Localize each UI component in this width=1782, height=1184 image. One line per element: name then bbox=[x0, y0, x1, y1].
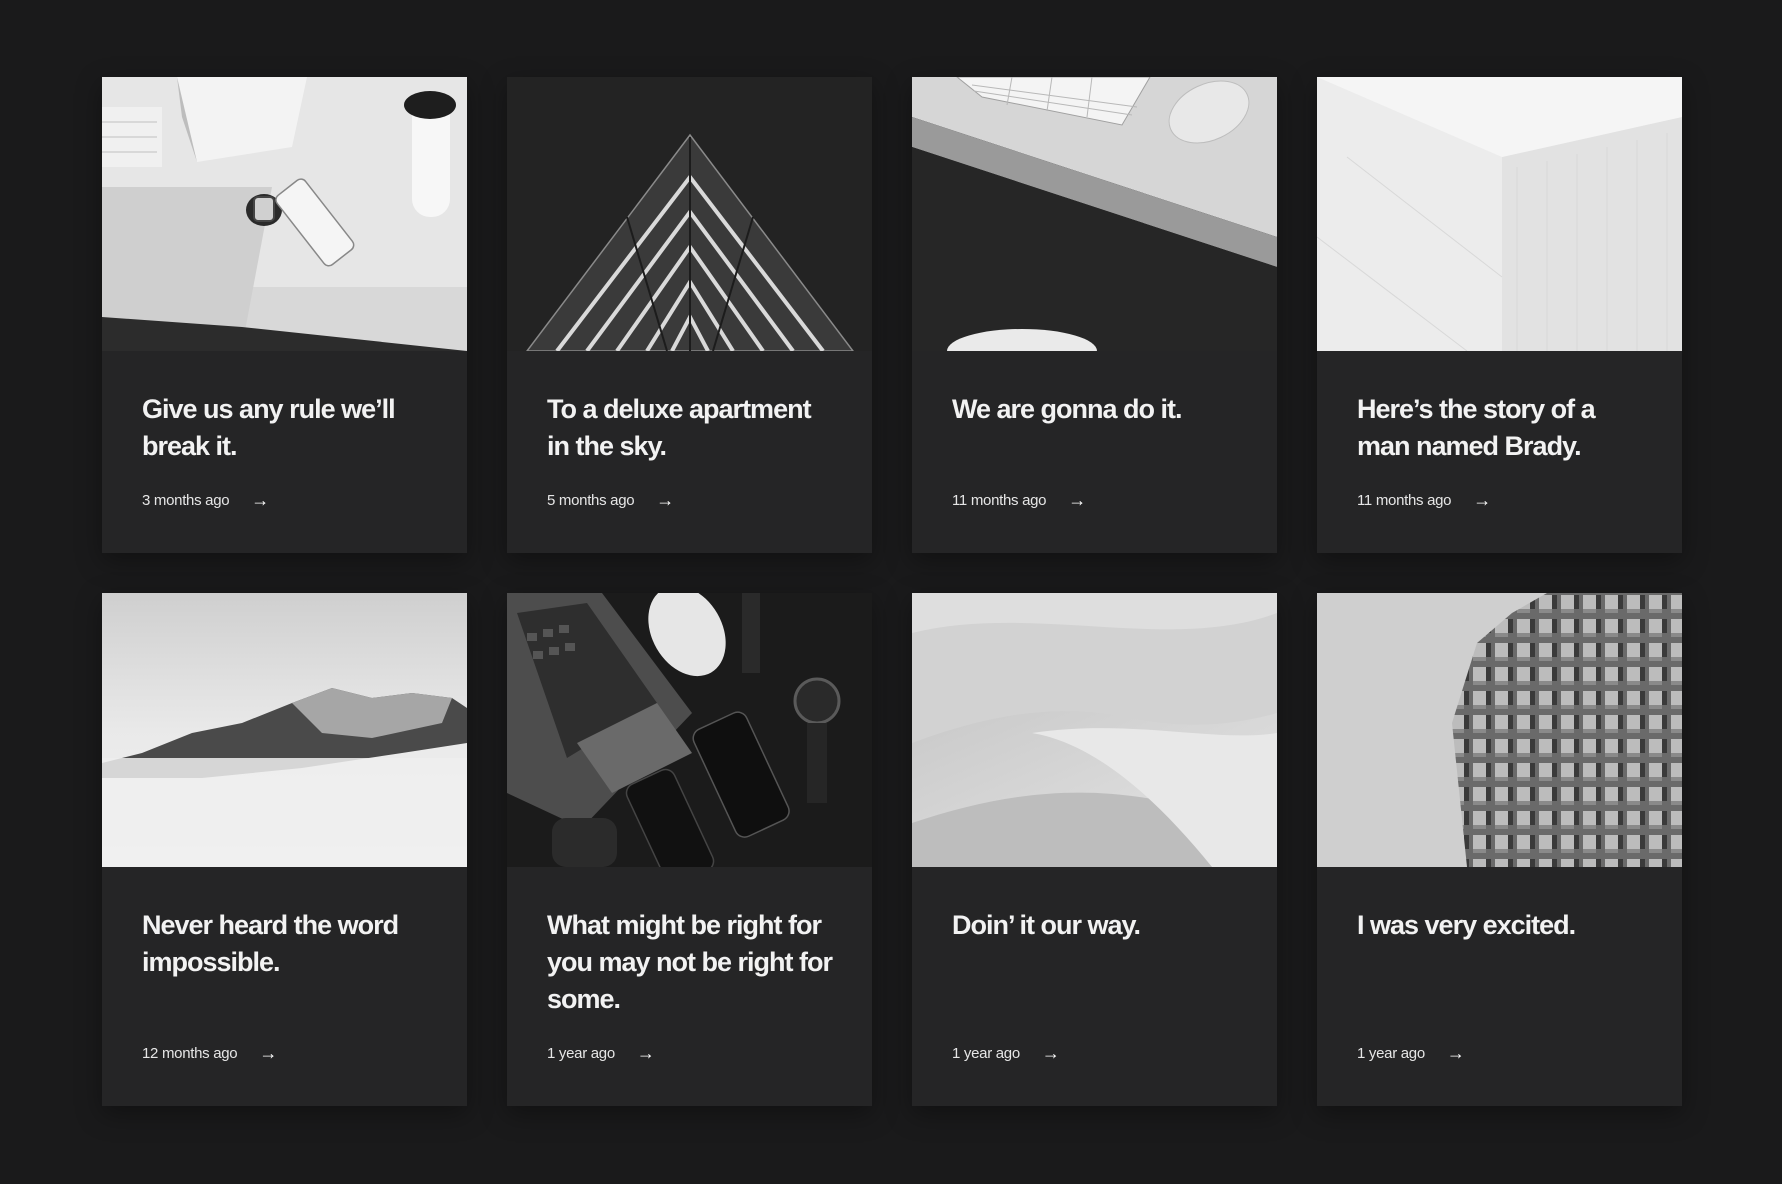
post-meta: 5 months ago → bbox=[547, 491, 832, 509]
post-thumbnail[interactable] bbox=[102, 593, 467, 867]
post-meta: 1 year ago → bbox=[547, 1044, 832, 1062]
post-title[interactable]: What might be right for you may not be r… bbox=[547, 907, 833, 1018]
post-thumbnail[interactable] bbox=[912, 593, 1277, 867]
arrow-right-icon[interactable]: → bbox=[251, 491, 269, 509]
post-date: 3 months ago bbox=[142, 491, 230, 509]
post-body: To a deluxe apartment in the sky. 5 mont… bbox=[507, 351, 872, 553]
post-date: 1 year ago bbox=[547, 1044, 615, 1062]
post-meta: 11 months ago → bbox=[952, 491, 1237, 509]
post-thumbnail[interactable] bbox=[507, 593, 872, 867]
arrow-right-icon[interactable]: → bbox=[1068, 491, 1086, 509]
arrow-right-icon[interactable]: → bbox=[259, 1044, 277, 1062]
post-title[interactable]: Doin’ it our way. bbox=[952, 907, 1237, 944]
post-date: 11 months ago bbox=[1357, 491, 1452, 509]
post-card[interactable]: Give us any rule we’ll break it. 3 month… bbox=[102, 77, 467, 553]
post-body: Give us any rule we’ll break it. 3 month… bbox=[102, 351, 467, 553]
post-title[interactable]: Give us any rule we’ll break it. bbox=[142, 391, 427, 465]
post-title[interactable]: Here’s the story of a man named Brady. bbox=[1357, 391, 1642, 465]
post-meta: 1 year ago → bbox=[1357, 1044, 1642, 1062]
post-card[interactable]: We are gonna do it. 11 months ago → bbox=[912, 77, 1277, 553]
post-date: 11 months ago bbox=[952, 491, 1047, 509]
post-title[interactable]: We are gonna do it. bbox=[952, 391, 1237, 428]
post-card[interactable]: Here’s the story of a man named Brady. 1… bbox=[1317, 77, 1682, 553]
post-card[interactable]: Never heard the word impossible. 12 mont… bbox=[102, 593, 467, 1106]
post-meta: 12 months ago → bbox=[142, 1044, 427, 1062]
post-body: Doin’ it our way. 1 year ago → bbox=[912, 867, 1277, 1106]
post-title[interactable]: To a deluxe apartment in the sky. bbox=[547, 391, 832, 465]
post-date: 1 year ago bbox=[1357, 1044, 1425, 1062]
arrow-right-icon[interactable]: → bbox=[637, 1044, 655, 1062]
post-meta: 3 months ago → bbox=[142, 491, 427, 509]
post-title[interactable]: Never heard the word impossible. bbox=[142, 907, 427, 981]
post-body: Here’s the story of a man named Brady. 1… bbox=[1317, 351, 1682, 553]
arrow-right-icon[interactable]: → bbox=[656, 491, 674, 509]
arrow-right-icon[interactable]: → bbox=[1042, 1044, 1060, 1062]
arrow-right-icon[interactable]: → bbox=[1473, 491, 1491, 509]
post-thumbnail[interactable] bbox=[1317, 77, 1682, 351]
post-body: We are gonna do it. 11 months ago → bbox=[912, 351, 1277, 553]
post-meta: 1 year ago → bbox=[952, 1044, 1237, 1062]
post-body: Never heard the word impossible. 12 mont… bbox=[102, 867, 467, 1106]
post-card[interactable]: I was very excited. 1 year ago → bbox=[1317, 593, 1682, 1106]
post-card[interactable]: Doin’ it our way. 1 year ago → bbox=[912, 593, 1277, 1106]
post-thumbnail[interactable] bbox=[1317, 593, 1682, 867]
post-meta: 11 months ago → bbox=[1357, 491, 1642, 509]
post-date: 12 months ago bbox=[142, 1044, 238, 1062]
post-body: What might be right for you may not be r… bbox=[507, 867, 872, 1106]
post-card[interactable]: To a deluxe apartment in the sky. 5 mont… bbox=[507, 77, 872, 553]
post-thumbnail[interactable] bbox=[102, 77, 467, 351]
post-date: 1 year ago bbox=[952, 1044, 1020, 1062]
post-thumbnail[interactable] bbox=[912, 77, 1277, 351]
arrow-right-icon[interactable]: → bbox=[1447, 1044, 1465, 1062]
post-card[interactable]: What might be right for you may not be r… bbox=[507, 593, 872, 1106]
post-date: 5 months ago bbox=[547, 491, 635, 509]
post-thumbnail[interactable] bbox=[507, 77, 872, 351]
post-title[interactable]: I was very excited. bbox=[1357, 907, 1642, 944]
post-grid: Give us any rule we’ll break it. 3 month… bbox=[102, 77, 1682, 1106]
post-body: I was very excited. 1 year ago → bbox=[1317, 867, 1682, 1106]
